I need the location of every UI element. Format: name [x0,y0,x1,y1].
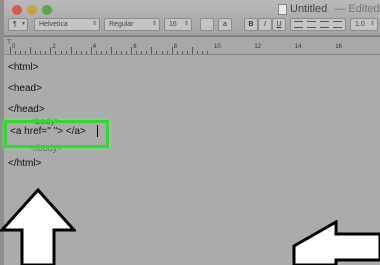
ruler-label: 6 [133,44,137,50]
italic-button[interactable]: I [258,18,272,31]
ruler-tick [161,51,163,54]
code-line-head-open[interactable]: <head> [8,83,42,94]
ruler-tick [116,51,118,54]
highlight-box [4,120,109,148]
ruler-tick [206,51,208,54]
ruler-tick [121,51,123,54]
font-family-popup[interactable]: Helvetica ⇕ [34,18,100,31]
ruler-tick [166,51,168,54]
ruler-tick [141,51,143,54]
ruler-label: 2 [52,44,56,50]
ruler-tick [191,47,193,54]
ruler-tick [111,47,112,54]
ruler-tick [186,51,188,54]
ruler-tick [10,47,11,54]
code-line-html-close[interactable]: </html> [8,158,41,169]
underline-button[interactable]: U [272,18,286,31]
line-spacing-popup[interactable]: 1.0 ⇕ [350,18,378,31]
ruler-tick [136,51,138,54]
bold-button[interactable]: B [244,18,258,31]
ruler-tick [105,51,107,54]
ruler-tick [55,51,57,54]
edited-status: — Edited [334,3,380,15]
window-title-text: Untitled [290,3,328,15]
close-window-button[interactable] [12,5,22,15]
ruler-label: 14 [294,44,302,50]
ruler-tick [35,51,37,54]
ruler-label: 8 [173,44,177,50]
align-justify-icon[interactable] [333,21,342,28]
ruler-tick [126,51,128,54]
ruler-tick [90,47,92,54]
align-left-icon[interactable] [294,21,303,28]
ruler-tick [40,51,42,54]
align-center-icon[interactable] [307,21,316,28]
ruler-tick [131,47,133,54]
ruler-label: 10 [214,44,221,50]
font-size-popup[interactable]: 16 ⇕ [164,18,192,31]
ruler-tick [146,51,148,54]
document-icon [278,4,287,15]
ruler-tick [196,51,198,54]
ruler-tick [20,51,22,54]
paragraph-style-popup[interactable]: ¶ ▾ [8,18,28,31]
font-style-popup[interactable]: Regular ⇕ [104,18,160,31]
ruler-tick [60,51,62,54]
ruler-tick [100,51,102,54]
ruler-tick [151,47,153,54]
ruler-tick [25,51,27,54]
text-color-button[interactable]: a [218,18,232,31]
ruler-label: 16 [335,44,342,50]
title-bar: Untitled — Edited ¶ ▾ Helvetica ⇕ Regular ⇕… [0,0,380,36]
ruler-tick [30,47,32,54]
ruler-label: 4 [92,44,97,50]
ruler-tick [15,51,17,54]
ruler-tick [176,51,178,54]
ruler-tick [70,47,72,54]
ruler-tick [75,51,77,54]
ruler-tick [156,51,158,54]
ruler-tick [80,51,82,54]
ruler[interactable]: ⊤ 0 2 4 6 8 10 12 14 16 [0,37,380,55]
ruler-tick [201,51,203,54]
align-right-icon[interactable] [320,21,329,28]
ruler-tick [171,47,173,54]
ruler-tick [50,47,52,54]
zoom-window-button[interactable] [42,5,52,15]
ruler-tick [181,51,183,54]
ruler-label: 0 [12,44,16,50]
left-arrow-icon [292,220,380,265]
ruler-tick [45,51,47,54]
up-arrow-icon [0,188,76,265]
code-line-html-open[interactable]: <html> [8,62,39,73]
text-color-swatch[interactable] [200,18,214,31]
window-title: Untitled — Edited [290,3,380,15]
ruler-label: 12 [254,44,262,50]
minimize-window-button[interactable] [27,5,37,15]
text-cursor [97,125,98,137]
code-line-head-close[interactable]: </head> [8,104,45,115]
ruler-tick [85,51,87,54]
ruler-tick [95,51,97,54]
ruler-tick [65,51,67,54]
alignment-buttons[interactable] [290,18,346,31]
